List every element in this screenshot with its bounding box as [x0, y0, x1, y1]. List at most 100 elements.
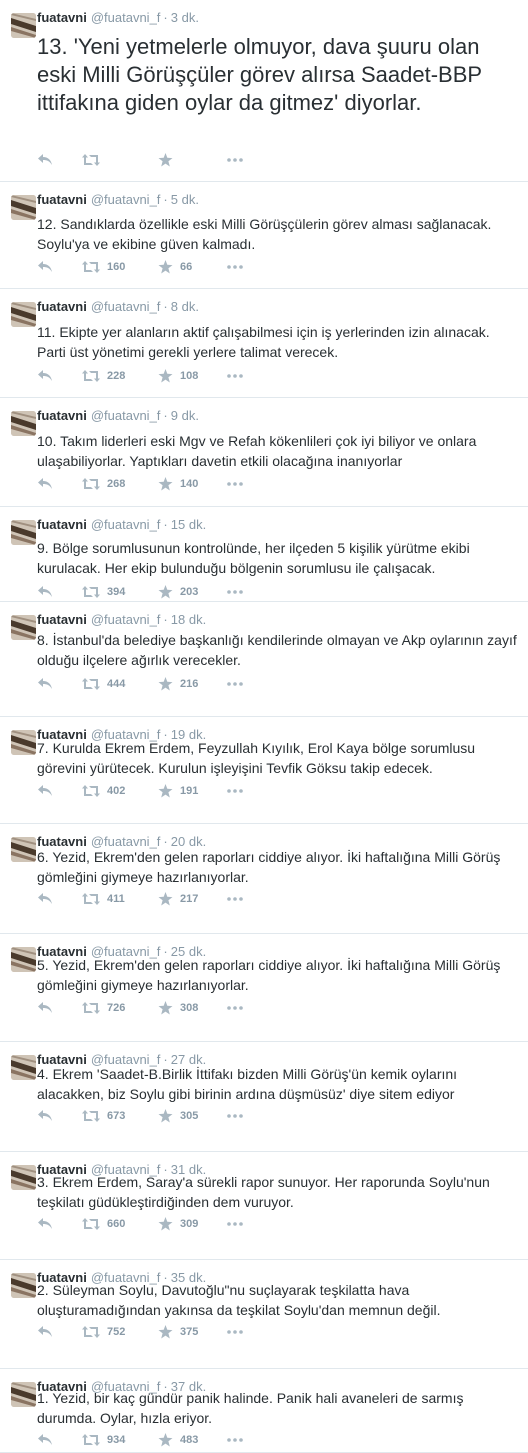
more-button[interactable] [227, 1222, 243, 1226]
retweet-count: 268 [107, 478, 126, 490]
retweet-button[interactable]: 444 [82, 678, 158, 690]
reply-button[interactable] [37, 892, 82, 906]
avatar[interactable] [11, 730, 36, 755]
more-button[interactable] [227, 897, 243, 901]
favorite-button[interactable]: 108 [158, 369, 227, 383]
more-button[interactable] [227, 1438, 243, 1442]
user-fullname[interactable]: fuatavni [37, 408, 87, 423]
tweet[interactable]: fuatavni @fuatavni_f · 20 dk. 6. Yezid, Ekr… [0, 824, 528, 934]
tweet-timestamp[interactable]: 5 dk. [171, 192, 199, 207]
user-fullname[interactable]: fuatavni [37, 192, 87, 207]
retweet-icon [82, 261, 100, 273]
retweet-button[interactable]: 160 [82, 261, 158, 273]
favorite-button[interactable]: 140 [158, 477, 227, 491]
tweet-timestamp[interactable]: 15 dk. [171, 517, 206, 532]
reply-button[interactable] [37, 1001, 82, 1015]
reply-button[interactable] [37, 369, 82, 383]
user-handle[interactable]: @fuatavni_f [91, 612, 161, 627]
tweet[interactable]: fuatavni @fuatavni_f · 35 dk. 2. Süleyman S… [0, 1260, 528, 1369]
more-button[interactable] [227, 1006, 243, 1010]
tweet[interactable]: fuatavni @fuatavni_f · 27 dk. 4. Ekrem 'Saa… [0, 1042, 528, 1152]
retweet-button[interactable]: 660 [82, 1218, 158, 1230]
retweet-button[interactable]: 934 [82, 1434, 158, 1446]
separator-dot: · [163, 299, 168, 314]
tweet-timestamp[interactable]: 3 dk. [171, 10, 199, 25]
favorite-button[interactable]: 305 [158, 1109, 227, 1123]
tweet[interactable]: fuatavni @fuatavni_f · 8 dk. 11. Ekipte yer… [0, 289, 528, 398]
user-handle[interactable]: @fuatavni_f [91, 299, 161, 314]
avatar[interactable] [11, 195, 36, 220]
more-button[interactable] [227, 682, 243, 686]
user-fullname[interactable]: fuatavni [37, 10, 87, 25]
reply-button[interactable] [37, 1217, 82, 1231]
retweet-button[interactable]: 752 [82, 1326, 158, 1338]
tweet[interactable]: fuatavni @fuatavni_f · 3 dk. 13. 'Yeni yetm… [0, 0, 528, 182]
more-button[interactable] [227, 482, 243, 486]
avatar[interactable] [11, 837, 36, 862]
tweet[interactable]: fuatavni @fuatavni_f · 5 dk. 12. Sandıklard… [0, 182, 528, 289]
user-handle[interactable]: @fuatavni_f [91, 10, 161, 25]
reply-button[interactable] [37, 1325, 82, 1339]
user-fullname[interactable]: fuatavni [37, 299, 87, 314]
tweet-timestamp[interactable]: 18 dk. [171, 612, 206, 627]
favorite-button[interactable]: 483 [158, 1433, 227, 1447]
star-icon [158, 1109, 173, 1123]
retweet-button[interactable] [82, 154, 158, 166]
reply-button[interactable] [37, 585, 82, 599]
reply-button[interactable] [37, 1109, 82, 1123]
avatar[interactable] [11, 13, 36, 38]
avatar[interactable] [11, 1273, 36, 1298]
avatar[interactable] [11, 411, 36, 436]
tweet[interactable]: fuatavni @fuatavni_f · 15 dk. 9. Bölge soru… [0, 507, 528, 602]
avatar[interactable] [11, 1055, 36, 1080]
tweet[interactable]: fuatavni @fuatavni_f · 18 dk. 8. İstanbul'd… [0, 602, 528, 717]
tweet[interactable]: fuatavni @fuatavni_f · 37 dk. 1. Yezid, bir… [0, 1369, 528, 1453]
avatar[interactable] [11, 947, 36, 972]
favorite-button[interactable]: 191 [158, 784, 227, 798]
user-handle[interactable]: @fuatavni_f [91, 408, 161, 423]
retweet-button[interactable]: 411 [82, 893, 158, 905]
avatar[interactable] [11, 615, 36, 640]
avatar[interactable] [11, 1165, 36, 1190]
user-fullname[interactable]: fuatavni [37, 612, 87, 627]
favorite-button[interactable]: 66 [158, 260, 227, 274]
avatar[interactable] [11, 520, 36, 545]
tweet[interactable]: fuatavni @fuatavni_f · 9 dk. 10. Takım lide… [0, 398, 528, 507]
more-button[interactable] [227, 789, 243, 793]
retweet-button[interactable]: 402 [82, 785, 158, 797]
retweet-button[interactable]: 394 [82, 586, 158, 598]
favorite-button[interactable]: 308 [158, 1001, 227, 1015]
favorite-button[interactable]: 216 [158, 677, 227, 691]
favorite-button[interactable] [158, 153, 227, 167]
tweet[interactable]: fuatavni @fuatavni_f · 19 dk. 7. Kurulda Ek… [0, 717, 528, 824]
more-button[interactable] [227, 590, 243, 594]
more-button[interactable] [227, 374, 243, 378]
retweet-button[interactable]: 673 [82, 1110, 158, 1122]
reply-button[interactable] [37, 260, 82, 274]
tweet[interactable]: fuatavni @fuatavni_f · 25 dk. 5. Yezid, Ekr… [0, 934, 528, 1042]
user-handle[interactable]: @fuatavni_f [91, 192, 161, 207]
user-handle[interactable]: @fuatavni_f [91, 517, 161, 532]
favorite-button[interactable]: 375 [158, 1325, 227, 1339]
user-fullname[interactable]: fuatavni [37, 517, 87, 532]
more-button[interactable] [227, 265, 243, 269]
reply-button[interactable] [37, 1433, 82, 1447]
more-button[interactable] [227, 1114, 243, 1118]
avatar[interactable] [11, 1382, 36, 1407]
favorite-button[interactable]: 217 [158, 892, 227, 906]
reply-button[interactable] [37, 784, 82, 798]
retweet-button[interactable]: 228 [82, 370, 158, 382]
avatar[interactable] [11, 302, 36, 327]
tweet-timestamp[interactable]: 8 dk. [171, 299, 199, 314]
favorite-button[interactable]: 309 [158, 1217, 227, 1231]
more-button[interactable] [227, 1330, 243, 1334]
reply-button[interactable] [37, 477, 82, 491]
favorite-button[interactable]: 203 [158, 585, 227, 599]
more-button[interactable] [227, 158, 243, 162]
reply-button[interactable] [37, 153, 82, 167]
tweet-timestamp[interactable]: 9 dk. [171, 408, 199, 423]
retweet-button[interactable]: 268 [82, 478, 158, 490]
tweet[interactable]: fuatavni @fuatavni_f · 31 dk. 3. Ekrem Erde… [0, 1152, 528, 1260]
retweet-button[interactable]: 726 [82, 1002, 158, 1014]
reply-button[interactable] [37, 677, 82, 691]
